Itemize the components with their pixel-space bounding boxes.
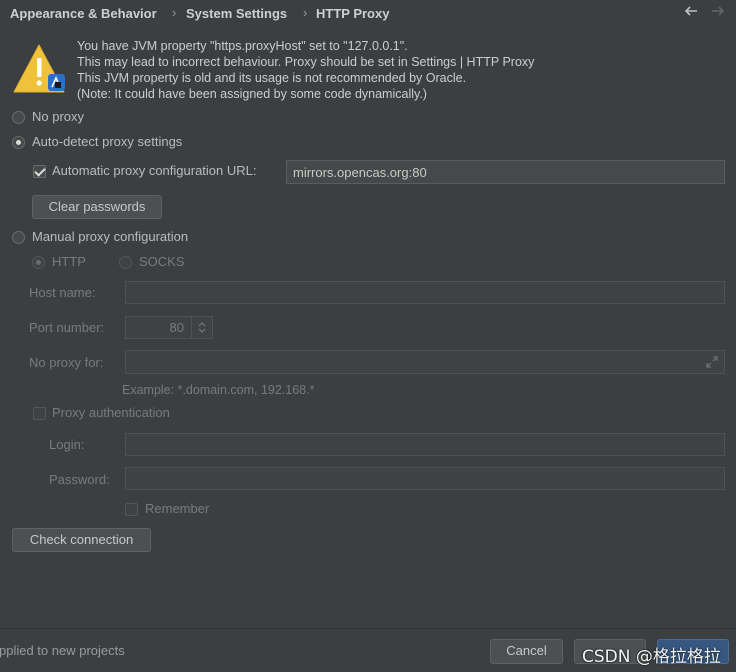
no-proxy-radio[interactable] <box>12 111 25 124</box>
footer-status-text: pplied to new projects <box>0 643 125 658</box>
footer-divider <box>0 628 736 629</box>
breadcrumb-separator: › <box>303 5 308 20</box>
http-label[interactable]: HTTP <box>52 254 86 269</box>
pac-url-value: mirrors.opencas.org:80 <box>293 165 427 180</box>
port-number-value: 80 <box>169 320 184 335</box>
pac-url-input[interactable]: mirrors.opencas.org:80 <box>286 160 725 184</box>
warning-line: You have JVM property "https.proxyHost" … <box>77 39 408 53</box>
auto-detect-radio[interactable] <box>12 136 25 149</box>
port-number-stepper[interactable]: 80 <box>125 316 213 339</box>
password-label: Password: <box>49 472 110 487</box>
csdn-watermark: CSDN @格拉格拉 <box>582 647 721 667</box>
proxy-auth-label[interactable]: Proxy authentication <box>52 405 170 420</box>
host-name-input[interactable] <box>125 281 725 304</box>
pac-url-checkbox[interactable] <box>33 165 46 178</box>
manual-proxy-label[interactable]: Manual proxy configuration <box>32 229 188 244</box>
no-proxy-example: Example: *.domain.com, 192.168.* <box>122 383 315 397</box>
spinner-icon[interactable] <box>191 317 212 338</box>
cancel-button[interactable]: Cancel <box>490 639 563 664</box>
login-input[interactable] <box>125 433 725 456</box>
login-label: Login: <box>49 437 85 452</box>
auto-detect-label[interactable]: Auto-detect proxy settings <box>32 134 182 149</box>
breadcrumb-item-http-proxy: HTTP Proxy <box>316 6 390 21</box>
host-name-label: Host name: <box>29 285 96 300</box>
breadcrumb-separator: › <box>172 5 177 20</box>
no-proxy-for-input[interactable] <box>125 350 725 374</box>
clear-passwords-button[interactable]: Clear passwords <box>32 195 162 219</box>
socks-label[interactable]: SOCKS <box>139 254 185 269</box>
warning-line: This JVM property is old and its usage i… <box>77 71 467 85</box>
breadcrumb-item-appearance[interactable]: Appearance & Behavior <box>10 6 157 21</box>
warning-line: (Note: It could have been assigned by so… <box>77 87 427 101</box>
no-proxy-for-label: No proxy for: <box>29 355 104 370</box>
expand-icon[interactable] <box>706 356 718 371</box>
settings-header: Appearance & Behavior › System Settings … <box>0 0 736 28</box>
arrow-right-icon[interactable] <box>710 3 726 19</box>
proxy-auth-checkbox[interactable] <box>33 407 46 420</box>
arrow-left-icon[interactable] <box>683 3 699 19</box>
warning-line: This may lead to incorrect behaviour. Pr… <box>77 55 535 69</box>
http-radio[interactable] <box>32 256 45 269</box>
socks-radio[interactable] <box>119 256 132 269</box>
remember-checkbox[interactable] <box>125 503 138 516</box>
password-input[interactable] <box>125 467 725 490</box>
warning-triangle-icon <box>12 42 66 96</box>
no-proxy-label[interactable]: No proxy <box>32 109 84 124</box>
remember-label[interactable]: Remember <box>145 501 209 516</box>
pac-url-label[interactable]: Automatic proxy configuration URL: <box>52 163 256 178</box>
port-number-label: Port number: <box>29 320 105 335</box>
check-connection-button[interactable]: Check connection <box>12 528 151 552</box>
manual-proxy-radio[interactable] <box>12 231 25 244</box>
breadcrumb-item-system-settings[interactable]: System Settings <box>186 6 287 21</box>
